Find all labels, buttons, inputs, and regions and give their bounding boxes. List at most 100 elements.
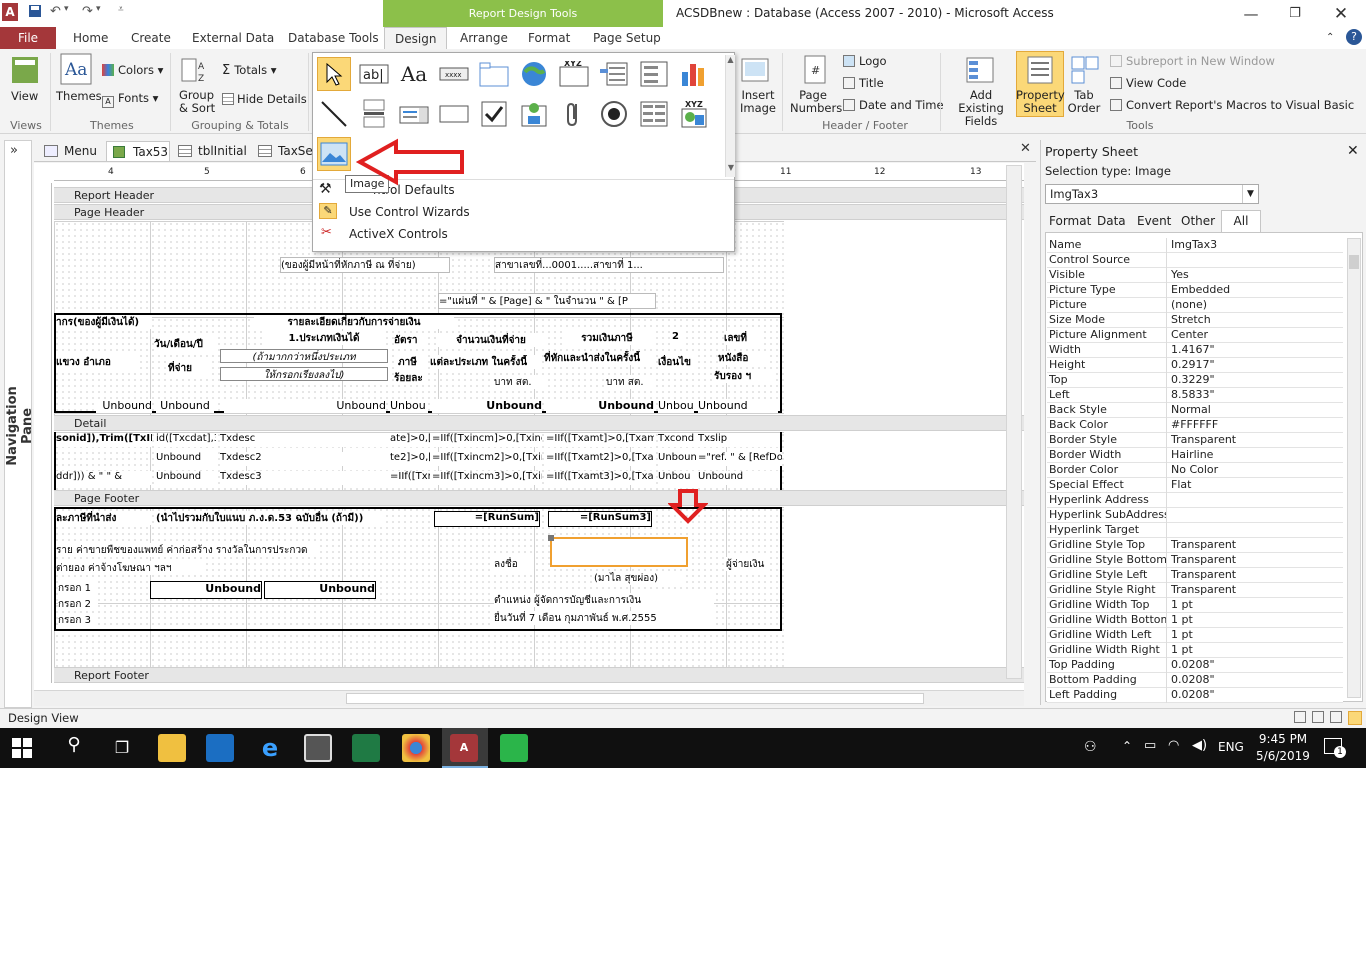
line-icon[interactable] bbox=[500, 734, 528, 762]
col-payment-detail[interactable]: รายละเอียดเกี่ยวกับการจ่ายเงิน bbox=[254, 315, 454, 329]
col-tax-3[interactable]: บาท สต. bbox=[606, 375, 656, 389]
property-row[interactable]: Size Mode Stretch bbox=[1047, 313, 1343, 328]
col-district[interactable]: แขวง อำเภอ bbox=[56, 355, 136, 369]
property-row[interactable]: Gridline Style Right Transparent bbox=[1047, 583, 1343, 598]
scroll-thumb[interactable] bbox=[346, 693, 924, 704]
bound-object-frame-icon[interactable]: XYZ bbox=[677, 97, 711, 131]
property-row[interactable]: Back Color #FFFFFF bbox=[1047, 418, 1343, 433]
tab-external-data[interactable]: External Data bbox=[192, 27, 274, 49]
property-value[interactable]: ImgTax3 bbox=[1171, 238, 1217, 252]
print-preview-icon[interactable] bbox=[1312, 711, 1324, 723]
tray-chevron-icon[interactable]: ⌃ bbox=[1122, 739, 1132, 753]
detail-field[interactable]: Txdesc2 bbox=[220, 452, 388, 466]
position-label[interactable]: ตำแหน่ง ผู้จัดการบัญชีและการเงิน bbox=[494, 593, 714, 607]
rectangle-control-icon[interactable] bbox=[437, 97, 471, 131]
col-amount-2[interactable]: แต่ละประเภท ในครั้งนี้ bbox=[430, 355, 542, 369]
menu-activex-controls[interactable]: ActiveX Controls bbox=[349, 227, 448, 241]
col-date[interactable]: วัน/เดือน/ปี bbox=[154, 337, 214, 351]
resize-handle[interactable] bbox=[548, 535, 554, 541]
carry-note-label[interactable]: (นำไปรวมกับใบแนบ ภ.ง.ด.53 ฉบับอื่น (ถ้าม… bbox=[156, 511, 386, 525]
property-row[interactable]: Picture Alignment Center bbox=[1047, 328, 1343, 343]
unbound-field[interactable]: Unbou bbox=[390, 399, 428, 413]
tab-event-props[interactable]: Event bbox=[1137, 214, 1171, 228]
col-amount-3[interactable]: บาท สต. bbox=[494, 375, 544, 389]
property-value[interactable]: Transparent bbox=[1171, 433, 1236, 447]
customize-qat-icon[interactable]: ⩡ bbox=[118, 4, 124, 15]
property-row[interactable]: Special Effect Flat bbox=[1047, 478, 1343, 493]
property-row[interactable]: Hyperlink SubAddress bbox=[1047, 508, 1343, 523]
property-value[interactable]: Center bbox=[1171, 328, 1208, 342]
footer-unbound-2[interactable]: Unbound bbox=[264, 581, 376, 599]
doctab-menu[interactable]: Menu bbox=[38, 141, 104, 161]
property-row[interactable]: Border Style Transparent bbox=[1047, 433, 1343, 448]
option-button-control-icon[interactable] bbox=[597, 97, 631, 131]
button-control-icon[interactable]: xxxx bbox=[437, 57, 471, 91]
footer-unbound-1[interactable]: Unbound bbox=[150, 581, 262, 599]
col-date-2[interactable]: ที่จ่าย bbox=[168, 361, 208, 375]
language-indicator[interactable]: ENG bbox=[1218, 740, 1244, 754]
detail-field[interactable]: sonid]),Trim([TxID])) bbox=[56, 433, 152, 447]
colors-button[interactable]: Colors ▾ bbox=[102, 63, 163, 77]
detail-field[interactable]: =IIf([Txincm]>0,[Txincm] bbox=[432, 433, 542, 447]
property-row[interactable]: Gridline Width Top 1 pt bbox=[1047, 598, 1343, 613]
themes-icon[interactable]: Aa bbox=[60, 53, 92, 85]
property-value[interactable]: 0.2917" bbox=[1171, 358, 1215, 372]
design-view-icon[interactable] bbox=[1348, 711, 1362, 725]
tab-page-setup[interactable]: Page Setup bbox=[593, 27, 661, 49]
option-group-control-icon[interactable] bbox=[637, 57, 671, 91]
clock-date[interactable]: 5/6/2019 bbox=[1256, 749, 1310, 763]
property-scrollbar[interactable] bbox=[1347, 238, 1361, 698]
detail-field[interactable]: ddr])) & " " & bbox=[56, 471, 152, 485]
volume-icon[interactable]: ◀) bbox=[1192, 738, 1207, 753]
property-row[interactable]: Gridline Width Left 1 pt bbox=[1047, 628, 1343, 643]
unbound-field[interactable]: Unbou bbox=[658, 399, 694, 413]
col-income-type-3[interactable]: ให้กรอกเรียงลงไป) bbox=[220, 367, 388, 381]
section-detail[interactable]: Detail bbox=[54, 415, 1024, 431]
tab-control-icon[interactable] bbox=[477, 57, 511, 91]
close-property-sheet-icon[interactable]: ✕ bbox=[1347, 143, 1359, 159]
property-value[interactable]: Normal bbox=[1171, 403, 1211, 417]
search-icon[interactable]: ⚲ bbox=[60, 734, 88, 762]
access-taskbar-icon[interactable]: A bbox=[450, 734, 478, 762]
add-fields-icon[interactable] bbox=[965, 55, 995, 85]
navigation-control-icon[interactable] bbox=[597, 57, 631, 91]
tab-order-label[interactable]: Tab Order bbox=[1066, 89, 1102, 115]
col-tax[interactable]: รวมเงินภาษี bbox=[562, 331, 652, 345]
property-value[interactable]: (none) bbox=[1171, 298, 1207, 312]
doctab-taxsen[interactable]: TaxSen bbox=[252, 141, 320, 161]
attachment-control-icon[interactable] bbox=[557, 97, 591, 131]
col-cond-2[interactable]: เงื่อนไข bbox=[658, 355, 694, 369]
gallery-scrollbar[interactable]: ▲ ▼ bbox=[725, 55, 735, 177]
detail-field[interactable]: =IIf([Txincm2]>0,[Txincm bbox=[432, 452, 542, 466]
unbound-field[interactable]: Unbound bbox=[156, 399, 214, 413]
page-footer-area[interactable]: ละภาษีที่นำส่ง (นำไปรวมกับใบแนบ ภ.ง.ด.53… bbox=[54, 507, 784, 667]
tab-arrange[interactable]: Arrange bbox=[460, 27, 508, 49]
clock-time[interactable]: 9:45 PM bbox=[1258, 732, 1308, 746]
property-value[interactable]: Embedded bbox=[1171, 283, 1230, 297]
excel-icon[interactable] bbox=[352, 734, 380, 762]
detail-field[interactable]: =IIf([Txamt3]>0,[Txamt3 bbox=[546, 471, 654, 485]
signer-name[interactable]: (มาไล สุขผ่อง) bbox=[594, 571, 684, 585]
property-value[interactable]: Transparent bbox=[1171, 568, 1236, 582]
image-control-icon[interactable] bbox=[317, 137, 351, 171]
property-row[interactable]: Visible Yes bbox=[1047, 268, 1343, 283]
detail-field[interactable]: Unbound bbox=[698, 471, 778, 485]
property-row[interactable]: Name ImgTax3 bbox=[1047, 238, 1343, 253]
property-value[interactable]: Transparent bbox=[1171, 583, 1236, 597]
col-cond[interactable]: 2 bbox=[672, 331, 684, 345]
property-row[interactable]: Gridline Style Top Transparent bbox=[1047, 538, 1343, 553]
detail-field[interactable]: =IIf([Txamt2]>0,[Txamt2 bbox=[546, 452, 654, 466]
page-numbers-label[interactable]: Page Numbers bbox=[790, 89, 842, 115]
unbound-field[interactable]: Unbound bbox=[698, 399, 778, 413]
property-value[interactable]: 0.3229" bbox=[1171, 373, 1215, 387]
property-value[interactable]: 0.0208" bbox=[1171, 688, 1215, 702]
save-icon[interactable] bbox=[28, 4, 42, 22]
title-button[interactable]: Title bbox=[843, 76, 884, 90]
page-break-control-icon[interactable] bbox=[357, 97, 391, 131]
detail-field[interactable]: Unbound bbox=[156, 452, 216, 466]
runsum-field[interactable]: =[RunSum] bbox=[434, 511, 540, 527]
windows-start-icon[interactable] bbox=[12, 738, 32, 758]
combo-box-control-icon[interactable] bbox=[397, 97, 431, 131]
property-row[interactable]: Left 8.5833" bbox=[1047, 388, 1343, 403]
tab-design[interactable]: Design bbox=[384, 27, 448, 49]
